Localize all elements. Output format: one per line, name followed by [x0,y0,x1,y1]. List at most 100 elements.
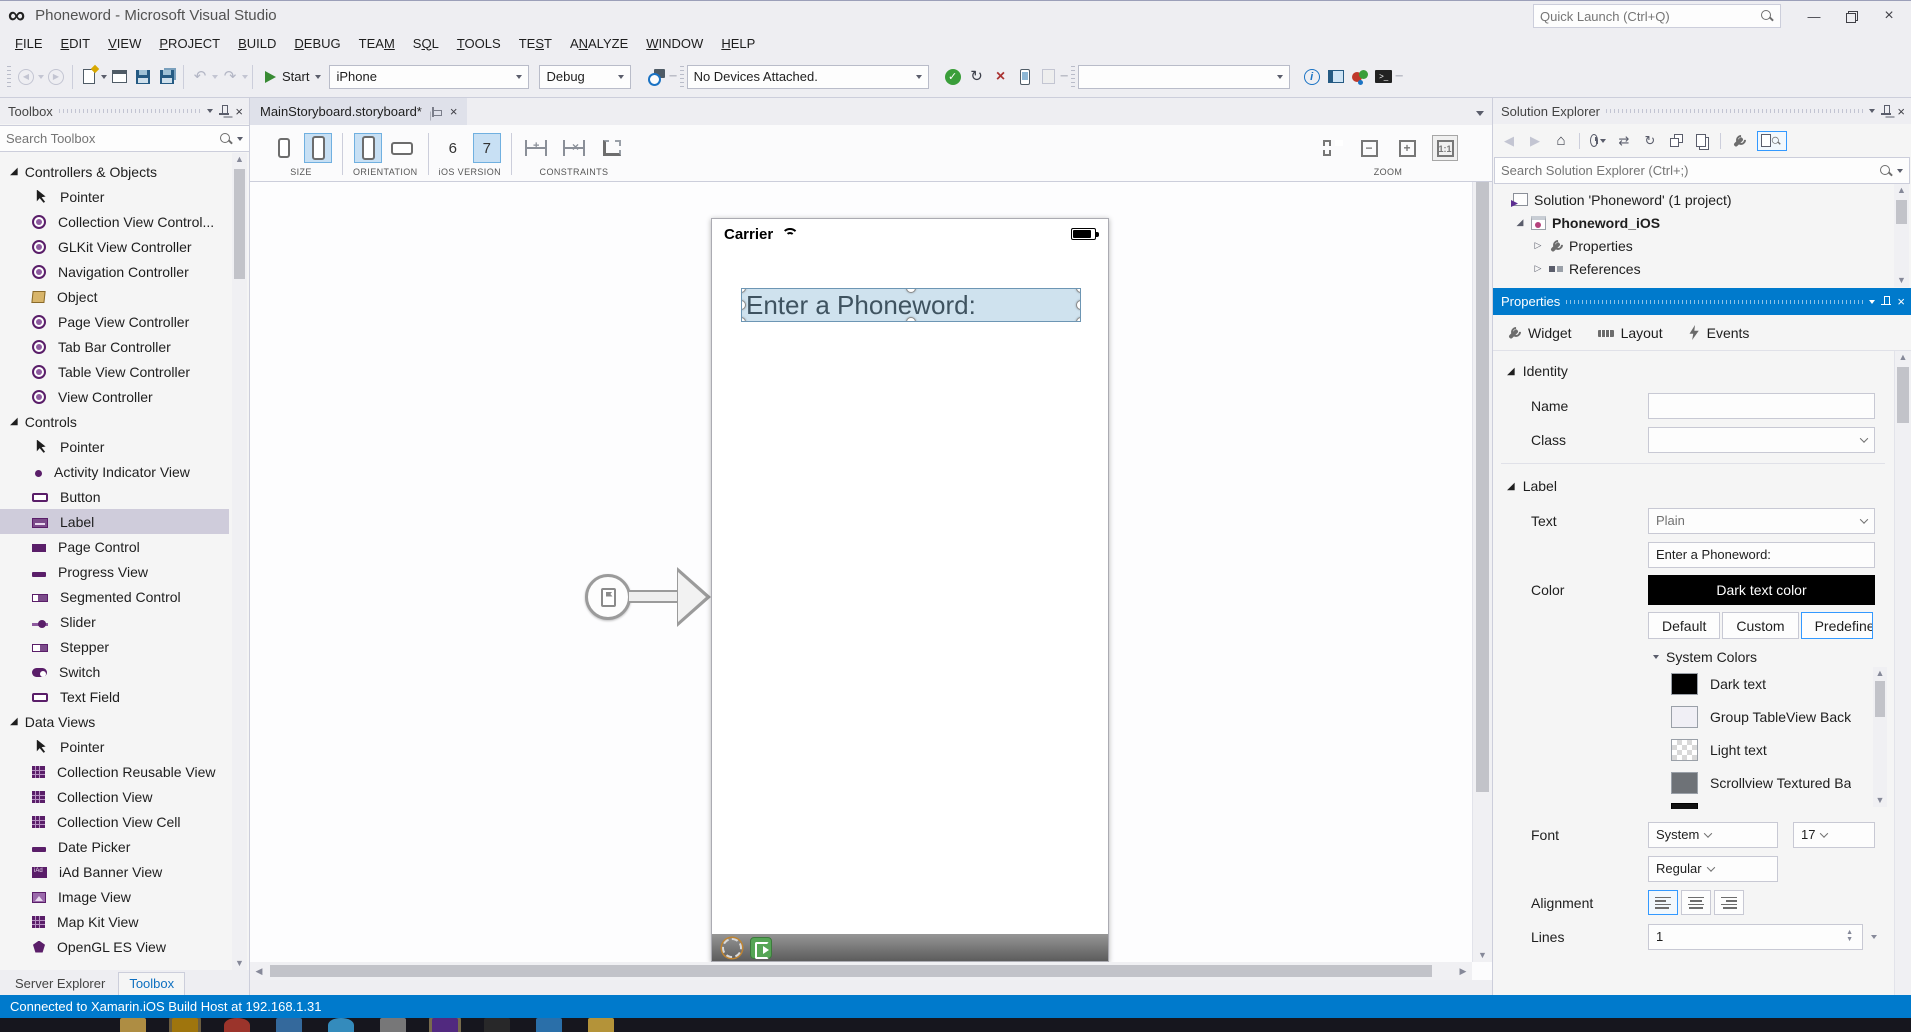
font-weight-combobox[interactable]: Regular [1648,856,1778,882]
menu-item-build[interactable]: BUILD [229,32,285,55]
label-text-input[interactable] [1656,547,1867,562]
toolbox-item-map-kit-view[interactable]: Map Kit View [0,909,229,934]
scroll-down-icon[interactable]: ▼ [1473,951,1492,960]
command-window-button[interactable]: >_ [1372,64,1396,90]
iphone-view-controller[interactable]: Carrier Enter a Phoneword: [711,218,1109,962]
validate-button[interactable]: ✓ [941,64,965,90]
taskbar-icon[interactable] [120,1018,146,1032]
system-color-group-tableview-back[interactable]: Group TableView Back [1671,700,1893,733]
tab-list-dropdown[interactable] [1468,104,1492,125]
font-size-combobox[interactable]: 17 [1793,822,1875,848]
feedback-button[interactable] [1348,64,1372,90]
tab-mainstoryboard[interactable]: MainStoryboard.storyboard* × [250,98,467,125]
quick-launch-box[interactable] [1533,4,1781,28]
toolbox-item-table-view-controller[interactable]: Table View Controller [0,359,229,384]
scroll-down-icon[interactable]: ▼ [232,959,247,968]
resize-handle[interactable] [1076,288,1081,293]
properties-scrollbar[interactable]: ▲ [1894,351,1911,995]
search-icon[interactable] [1879,164,1893,178]
collapsed-icon[interactable]: ▷ [1533,263,1543,274]
spinner-arrows[interactable]: ▲▼ [1846,930,1855,943]
system-color-light-text[interactable]: Light text [1671,733,1893,766]
taskbar-icon[interactable] [328,1018,354,1032]
close-button[interactable]: × [1879,7,1899,25]
menu-item-analyze[interactable]: ANALYZE [561,32,637,55]
scroll-right-icon[interactable]: ▶ [1454,967,1472,976]
menu-item-test[interactable]: TEST [510,32,561,55]
font-family-combobox[interactable]: System [1648,822,1778,848]
scroll-down-icon[interactable]: ▼ [1873,796,1887,805]
bottom-tab-toolbox[interactable]: Toolbox [118,972,185,995]
tab-layout[interactable]: Layout [1598,325,1663,341]
system-colors-scrollbar[interactable]: ▲ ▼ [1873,667,1887,807]
refresh-icon[interactable]: ↻ [1642,133,1658,149]
preview-selected-item-button[interactable] [1757,131,1787,151]
toolbox-item-activity-indicator-view[interactable]: Activity Indicator View [0,459,229,484]
toolbox-search-input[interactable] [6,131,219,146]
scroll-up-icon[interactable]: ▲ [1873,669,1887,678]
ios7-button[interactable]: 7 [473,133,501,163]
align-right-button[interactable] [1714,890,1744,915]
close-icon[interactable]: × [235,105,243,118]
add-constraint-button[interactable] [522,133,550,163]
pending-changes-icon[interactable] [1590,133,1606,149]
zoom-in-button[interactable]: + [1394,135,1420,161]
device-config-combobox[interactable]: iPhone [329,65,529,89]
taskbar-icon[interactable] [172,1018,198,1032]
zoom-fit-button[interactable] [1318,135,1344,161]
switch-views-icon[interactable]: ⇄ [1616,133,1632,149]
new-project-button[interactable] [77,64,101,90]
menu-item-debug[interactable]: DEBUG [285,32,349,55]
scroll-up-icon[interactable]: ▲ [232,155,247,164]
pin-icon[interactable] [1881,296,1891,308]
toolbox-item-pointer[interactable]: Pointer [0,734,229,759]
scroll-left-icon[interactable]: ◀ [250,967,268,976]
name-input[interactable] [1656,398,1867,413]
scrollbar-thumb[interactable] [1897,367,1909,423]
expanded-icon[interactable]: ◢ [1515,217,1525,228]
navigate-back-button[interactable]: ◀ [14,64,38,90]
solution-tree-scrollbar[interactable]: ▲ ▼ [1894,184,1909,287]
toolbox-item-text-field[interactable]: Text Field [0,684,229,709]
navigate-forward-button[interactable]: ▶ [44,64,68,90]
orientation-landscape-button[interactable] [388,133,416,163]
entry-point-circle[interactable] [585,574,631,620]
toolbox-section-controls[interactable]: ◢Controls [0,409,229,434]
toolbox-header[interactable]: Toolbox × [0,98,249,124]
build-config-combobox[interactable]: Debug [539,65,631,89]
editor-vertical-scrollbar[interactable]: ▼ [1472,182,1492,962]
toolbar-grip[interactable] [1071,66,1075,88]
toolbar-overflow-icon[interactable]: ─ [1396,71,1403,82]
close-icon[interactable]: × [1897,105,1905,118]
properties-wrench-icon[interactable] [1731,133,1747,149]
scroll-up-icon[interactable]: ▲ [1895,353,1911,362]
collapsed-icon[interactable]: ▷ [1533,240,1543,251]
close-tab-icon[interactable]: × [450,105,458,118]
taskbar-icon[interactable] [484,1018,510,1032]
toolbox-item-object[interactable]: Object [0,284,229,309]
toolbox-item-page-control[interactable]: Page Control [0,534,229,559]
taskbar-icon[interactable] [276,1018,302,1032]
toolbox-item-tab-bar-controller[interactable]: Tab Bar Controller [0,334,229,359]
window-position-icon[interactable] [1869,300,1875,304]
search-options-icon[interactable] [237,137,243,141]
orientation-portrait-button[interactable] [354,133,382,163]
scroll-down-icon[interactable]: ▼ [1894,276,1909,285]
zoom-actual-size-button[interactable]: 1:1 [1432,135,1458,161]
solution-search-input[interactable] [1501,163,1879,178]
toolbox-item-pointer[interactable]: Pointer [0,434,229,459]
text-value-field[interactable] [1648,542,1875,568]
search-icon[interactable] [219,132,233,146]
menu-item-project[interactable]: PROJECT [150,32,229,55]
tab-widget[interactable]: Widget [1507,325,1572,341]
scrollbar-thumb[interactable] [1896,200,1907,224]
toolbox-item-progress-view[interactable]: Progress View [0,559,229,584]
info-button[interactable]: i [1300,64,1324,90]
redo-dropdown-icon[interactable] [242,75,248,79]
tree-node-properties[interactable]: ▷Properties [1497,234,1891,257]
color-mode-custom-button[interactable]: Custom [1722,612,1798,639]
bottom-tab-server-explorer[interactable]: Server Explorer [4,972,116,995]
device-status-combobox[interactable]: No Devices Attached. [687,65,929,89]
restore-button[interactable] [1846,11,1857,22]
scrollbar-thumb[interactable] [270,965,1432,977]
